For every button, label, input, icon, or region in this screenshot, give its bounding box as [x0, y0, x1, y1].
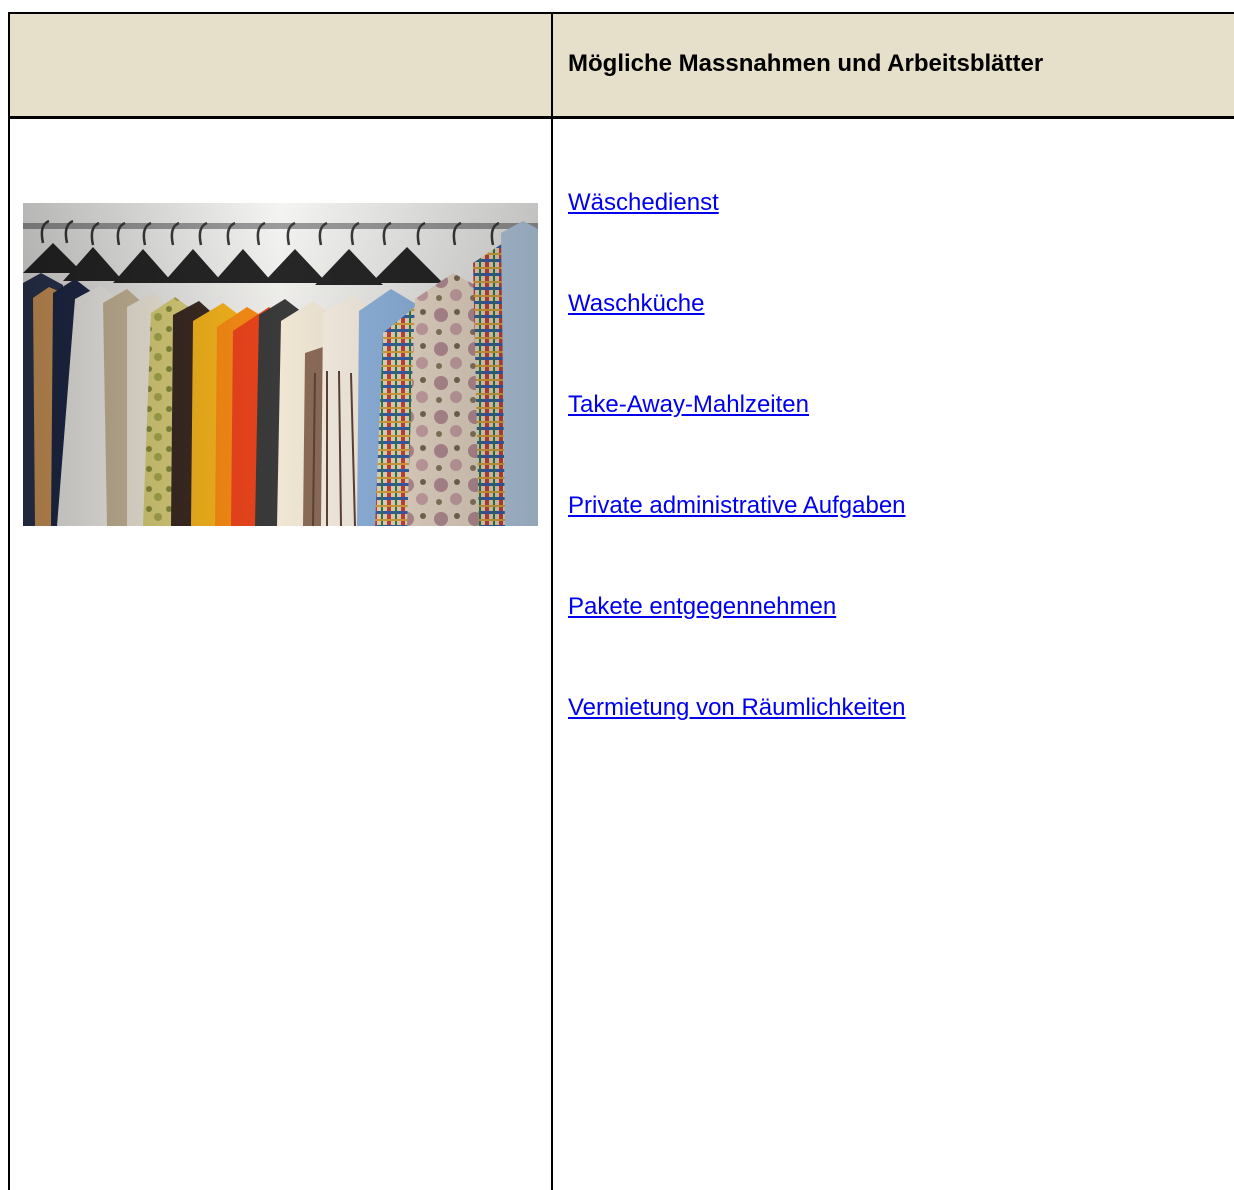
- header-title: Mögliche Massnahmen und Arbeitsblätter: [568, 50, 1044, 77]
- link-waeschedienst[interactable]: Wäschedienst: [568, 189, 719, 216]
- list-item: Private administrative Aufgaben: [568, 491, 906, 592]
- link-waschkueche[interactable]: Waschküche: [568, 290, 705, 317]
- table-border-left-body: [8, 119, 10, 1190]
- table-border-header-bottom: [8, 116, 1234, 119]
- link-pakete-entgegennehmen[interactable]: Pakete entgegennehmen: [568, 593, 836, 620]
- link-take-away-mahlzeiten[interactable]: Take-Away-Mahlzeiten: [568, 391, 809, 418]
- table-column-divider: [551, 12, 553, 1190]
- link-private-administrative-aufgaben[interactable]: Private administrative Aufgaben: [568, 492, 906, 519]
- list-item: Pakete entgegennehmen: [568, 592, 906, 693]
- document-page: Mögliche Massnahmen und Arbeitsblätter W…: [0, 0, 1234, 1190]
- measures-link-list: Wäschedienst Waschküche Take-Away-Mahlze…: [568, 188, 906, 794]
- table-border-left: [8, 12, 10, 119]
- list-item: Wäschedienst: [568, 188, 906, 289]
- list-item: Take-Away-Mahlzeiten: [568, 390, 906, 491]
- link-vermietung-von-raeumlichkeiten[interactable]: Vermietung von Räumlichkeiten: [568, 694, 906, 721]
- list-item: Waschküche: [568, 289, 906, 390]
- clothes-rack-photo: [23, 203, 538, 526]
- table-border-top: [8, 12, 1234, 14]
- list-item: Vermietung von Räumlichkeiten: [568, 693, 906, 794]
